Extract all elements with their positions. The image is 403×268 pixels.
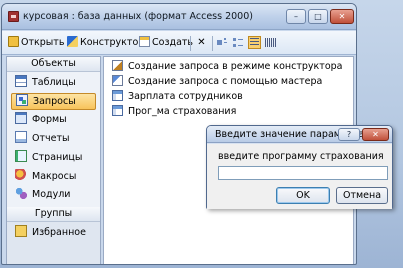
query-icon: [112, 105, 123, 116]
open-button[interactable]: Открыть: [8, 36, 64, 50]
access-db-icon: [8, 11, 19, 22]
help-button[interactable]: ?: [338, 128, 360, 141]
db-toolbar: Открыть Конструктор Создать ✕: [2, 31, 356, 55]
parameter-input[interactable]: [218, 166, 388, 180]
form-icon: [15, 112, 27, 124]
sidebar-item-label: Формы: [32, 114, 67, 125]
list-item[interactable]: Зарплата сотрудников: [112, 90, 243, 103]
list-item-label: Прог_ма страхования: [128, 106, 237, 117]
report-icon: [15, 131, 27, 143]
sidebar-item-modules[interactable]: Модули: [11, 187, 96, 204]
query-icon: [112, 90, 123, 101]
details-view-icon[interactable]: [264, 36, 277, 49]
dialog-titlebar[interactable]: Введите значение параметра ? ✕: [207, 126, 392, 143]
module-icon: [15, 187, 27, 199]
close-button[interactable]: ✕: [330, 9, 354, 24]
sidebar-item-macros[interactable]: Макросы: [11, 169, 96, 186]
list-item[interactable]: Создание запроса в режиме конструктора: [112, 60, 343, 73]
objects-panel: Объекты Таблицы Запросы Формы Отчеты Стр…: [6, 56, 101, 264]
sidebar-item-label: Модули: [32, 189, 71, 200]
cancel-button[interactable]: Отмена: [336, 187, 388, 204]
sidebar-item-tables[interactable]: Таблицы: [11, 75, 96, 92]
table-icon: [15, 75, 27, 87]
list-item-label: Зарплата сотрудников: [128, 91, 243, 102]
toolbar-separator: [212, 36, 213, 51]
sidebar-item-reports[interactable]: Отчеты: [11, 131, 96, 148]
sidebar-item-label: Страницы: [32, 152, 83, 163]
objects-header[interactable]: Объекты: [7, 57, 100, 72]
macro-icon: [15, 169, 27, 181]
open-folder-icon: [8, 36, 19, 47]
window-titlebar[interactable]: курсовая : база данных (формат Access 20…: [2, 4, 356, 30]
design-button[interactable]: Конструктор: [67, 36, 144, 50]
sidebar-item-label: Избранное: [32, 227, 86, 238]
sidebar-item-label: Макросы: [32, 171, 77, 182]
window-title: курсовая : база данных (формат Access 20…: [23, 11, 253, 22]
sidebar-item-label: Запросы: [33, 96, 76, 107]
create-label: Создать: [152, 37, 194, 48]
sidebar-item-forms[interactable]: Формы: [11, 112, 96, 129]
list-item-label: Создание запроса с помощью мастера: [128, 76, 323, 87]
open-label: Открыть: [21, 37, 65, 48]
design-label: Конструктор: [80, 37, 145, 48]
sidebar-item-queries[interactable]: Запросы: [11, 93, 96, 110]
sidebar-item-favorites[interactable]: Избранное: [11, 225, 96, 242]
favorites-folder-icon: [15, 225, 27, 237]
list-item[interactable]: Создание запроса с помощью мастера: [112, 75, 322, 88]
delete-icon[interactable]: ✕: [195, 36, 208, 49]
maximize-button[interactable]: □: [308, 9, 328, 24]
list-item[interactable]: Прог_ма страхования: [112, 105, 236, 118]
ok-button[interactable]: OK: [276, 187, 330, 204]
parameter-prompt: введите программу страхования: [218, 151, 384, 162]
sidebar-item-pages[interactable]: Страницы: [11, 150, 96, 167]
design-pencil-icon: [67, 36, 78, 47]
sidebar-item-label: Таблицы: [32, 77, 76, 88]
list-item-label: Создание запроса в режиме конструктора: [128, 61, 343, 72]
page-icon: [15, 150, 27, 162]
query-icon: [16, 94, 28, 106]
dialog-close-button[interactable]: ✕: [362, 128, 389, 141]
small-icons-view-icon[interactable]: [232, 36, 245, 49]
parameter-dialog: Введите значение параметра ? ✕ введите п…: [206, 125, 393, 209]
toolbar-separator: [190, 36, 191, 51]
groups-section: Группы Избранное: [7, 207, 100, 264]
query-wizard-icon: [112, 75, 123, 86]
dialog-body: введите программу страхования OK Отмена: [207, 144, 392, 209]
groups-header[interactable]: Группы: [7, 207, 100, 222]
create-button[interactable]: Создать: [139, 36, 193, 50]
list-view-icon[interactable]: [248, 36, 261, 49]
large-icons-view-icon[interactable]: [216, 36, 229, 49]
new-object-icon: [139, 36, 150, 47]
minimize-button[interactable]: –: [286, 9, 306, 24]
query-design-icon: [112, 60, 123, 71]
sidebar-item-label: Отчеты: [32, 133, 70, 144]
